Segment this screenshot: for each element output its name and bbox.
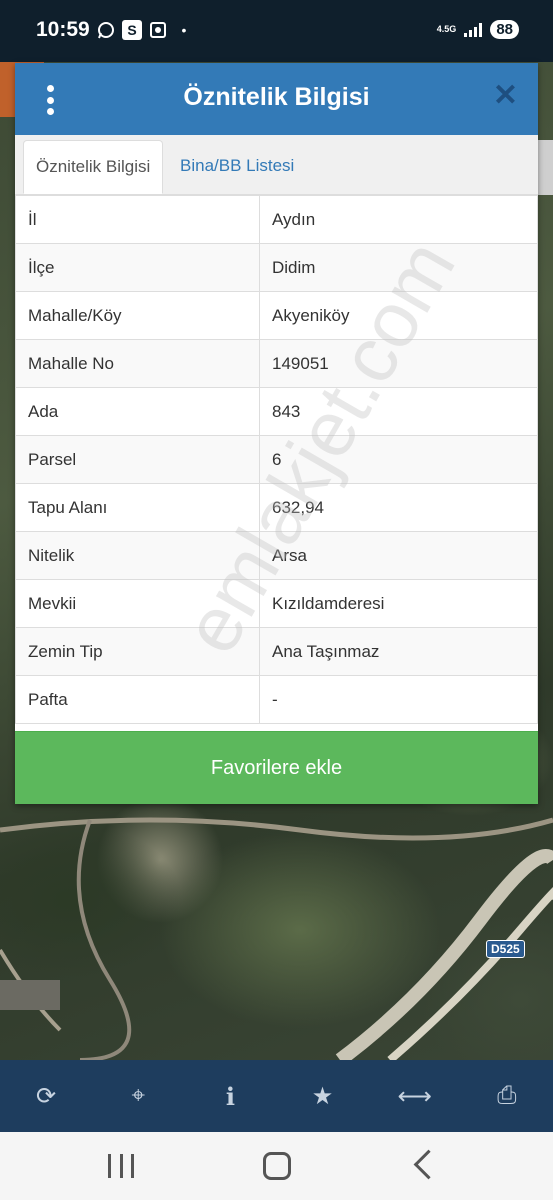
table-row: Nitelik Arsa	[15, 531, 538, 580]
attribute-key: Ada	[15, 387, 260, 436]
attribute-key: Mahalle No	[15, 339, 260, 388]
table-row: Mevkii Kızıldamderesi	[15, 579, 538, 628]
attribute-key: İl	[15, 195, 260, 244]
attribute-key: Zemin Tip	[15, 627, 260, 676]
refresh-icon[interactable]: ⟳	[21, 1082, 71, 1111]
table-row: İlçe Didim	[15, 243, 538, 292]
attribute-value: 6	[259, 435, 538, 484]
s-app-icon: S	[122, 20, 142, 40]
tab-building-list[interactable]: Bina/BB Listesi	[168, 140, 306, 194]
tab-attribute-info[interactable]: Öznitelik Bilgisi	[23, 140, 164, 194]
dialog-title: Öznitelik Bilgisi	[183, 83, 370, 111]
table-row: Ada 843	[15, 387, 538, 436]
attribute-key: Tapu Alanı	[15, 483, 260, 532]
attribute-key: Mahalle/Köy	[15, 291, 260, 340]
table-row: Zemin Tip Ana Taşınmaz	[15, 627, 538, 676]
attribute-value: Kızıldamderesi	[259, 579, 538, 628]
attribute-dialog: Öznitelik Bilgisi ✕ Öznitelik Bilgisi Bi…	[15, 63, 538, 804]
attribute-key: Mevkii	[15, 579, 260, 628]
dialog-tabs: Öznitelik Bilgisi Bina/BB Listesi	[15, 135, 538, 195]
table-row: Parsel 6	[15, 435, 538, 484]
whatsapp-icon	[96, 20, 116, 40]
attribute-value: 149051	[259, 339, 538, 388]
add-favorite-button[interactable]: Favorilere ekle	[15, 731, 538, 804]
table-row: İl Aydın	[15, 195, 538, 244]
attribute-value: 632,94	[259, 483, 538, 532]
attribute-value: Ana Taşınmaz	[259, 627, 538, 676]
dot-icon: •	[181, 22, 187, 38]
attribute-value: Aydın	[259, 195, 538, 244]
status-time: 10:59	[36, 18, 90, 41]
attribute-value: Arsa	[259, 531, 538, 580]
back-button[interactable]	[413, 1149, 444, 1180]
attribute-value: 843	[259, 387, 538, 436]
info-icon[interactable]: i	[205, 1082, 255, 1111]
attribute-key: Parsel	[15, 435, 260, 484]
table-row: Mahalle No 149051	[15, 339, 538, 388]
network-type: 4.5G	[436, 24, 457, 34]
print-icon[interactable]: ⎙	[482, 1082, 532, 1110]
dialog-header: Öznitelik Bilgisi ✕	[15, 63, 538, 135]
table-row: Tapu Alanı 632,94	[15, 483, 538, 532]
attribute-key: Nitelik	[15, 531, 260, 580]
map-side-handle[interactable]	[538, 140, 553, 195]
table-row: Pafta -	[15, 675, 538, 724]
recent-apps-button[interactable]	[108, 1154, 134, 1178]
road-label: D525	[486, 940, 525, 958]
attribute-value: Didim	[259, 243, 538, 292]
signal-icon	[464, 22, 483, 37]
attribute-value: Akyeniköy	[259, 291, 538, 340]
attribute-table: İl Aydın İlçe Didim Mahalle/Köy Akyeniköy Maha…	[15, 195, 538, 724]
screenshot-icon	[148, 20, 168, 40]
battery-level: 88	[490, 20, 519, 39]
star-icon[interactable]: ★	[298, 1082, 348, 1111]
crosshair-icon[interactable]: ⌖	[113, 1082, 163, 1110]
status-bar: 10:59 S • 4.5G 88	[0, 0, 553, 62]
close-icon[interactable]: ✕	[493, 81, 518, 111]
system-nav-bar	[0, 1132, 553, 1200]
measure-icon[interactable]: ⟷	[390, 1082, 440, 1111]
table-row: Mahalle/Köy Akyeniköy	[15, 291, 538, 340]
home-button[interactable]	[263, 1152, 291, 1180]
bottom-toolbar: ⟳ ⌖ i ★ ⟷ ⎙	[0, 1060, 553, 1132]
attribute-key: Pafta	[15, 675, 260, 724]
attribute-value: -	[259, 675, 538, 724]
attribute-key: İlçe	[15, 243, 260, 292]
